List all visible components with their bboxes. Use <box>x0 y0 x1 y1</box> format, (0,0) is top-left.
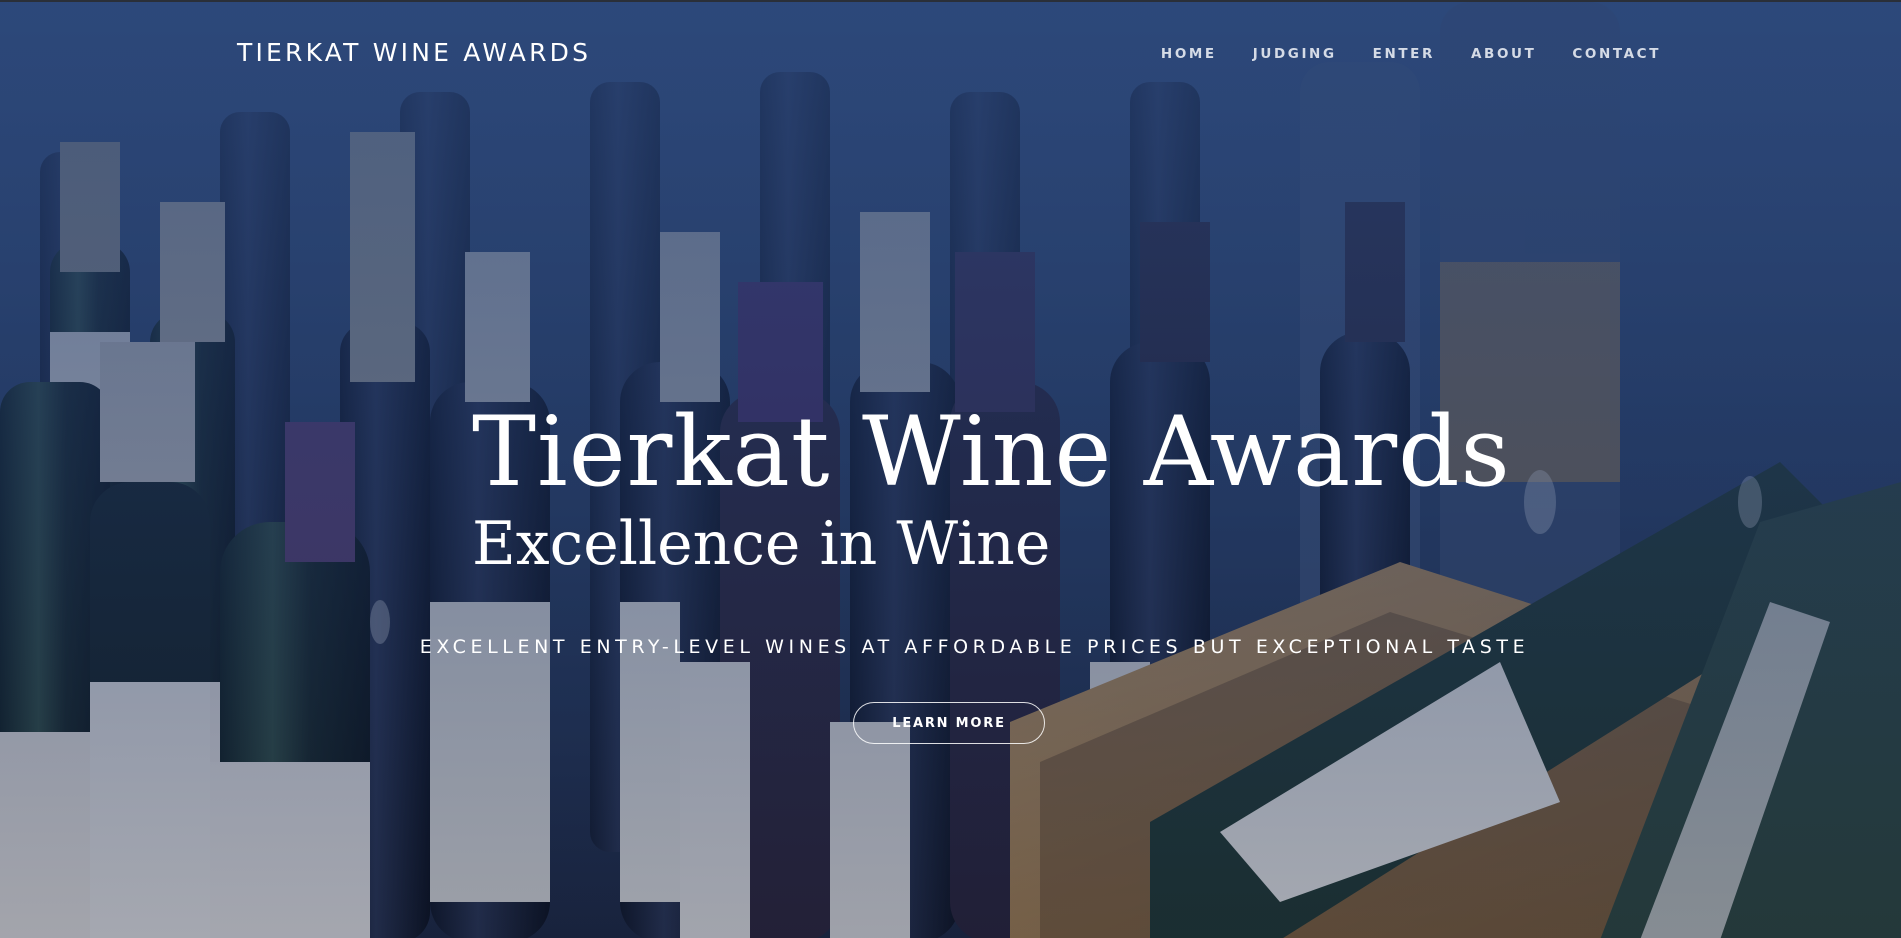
hero-section: TIERKAT WINE AWARDS HOME JUDGING ENTER A… <box>0 0 1901 938</box>
hero-content: Tierkat Wine Awards Excellence in Wine E… <box>0 2 1901 938</box>
hero-title: Tierkat Wine Awards <box>472 396 1511 508</box>
learn-more-button[interactable]: LEARN MORE <box>853 702 1045 744</box>
hero-tagline: EXCELLENT ENTRY-LEVEL WINES AT AFFORDABL… <box>419 636 1530 658</box>
hero-subtitle: Excellence in Wine <box>472 509 1051 579</box>
